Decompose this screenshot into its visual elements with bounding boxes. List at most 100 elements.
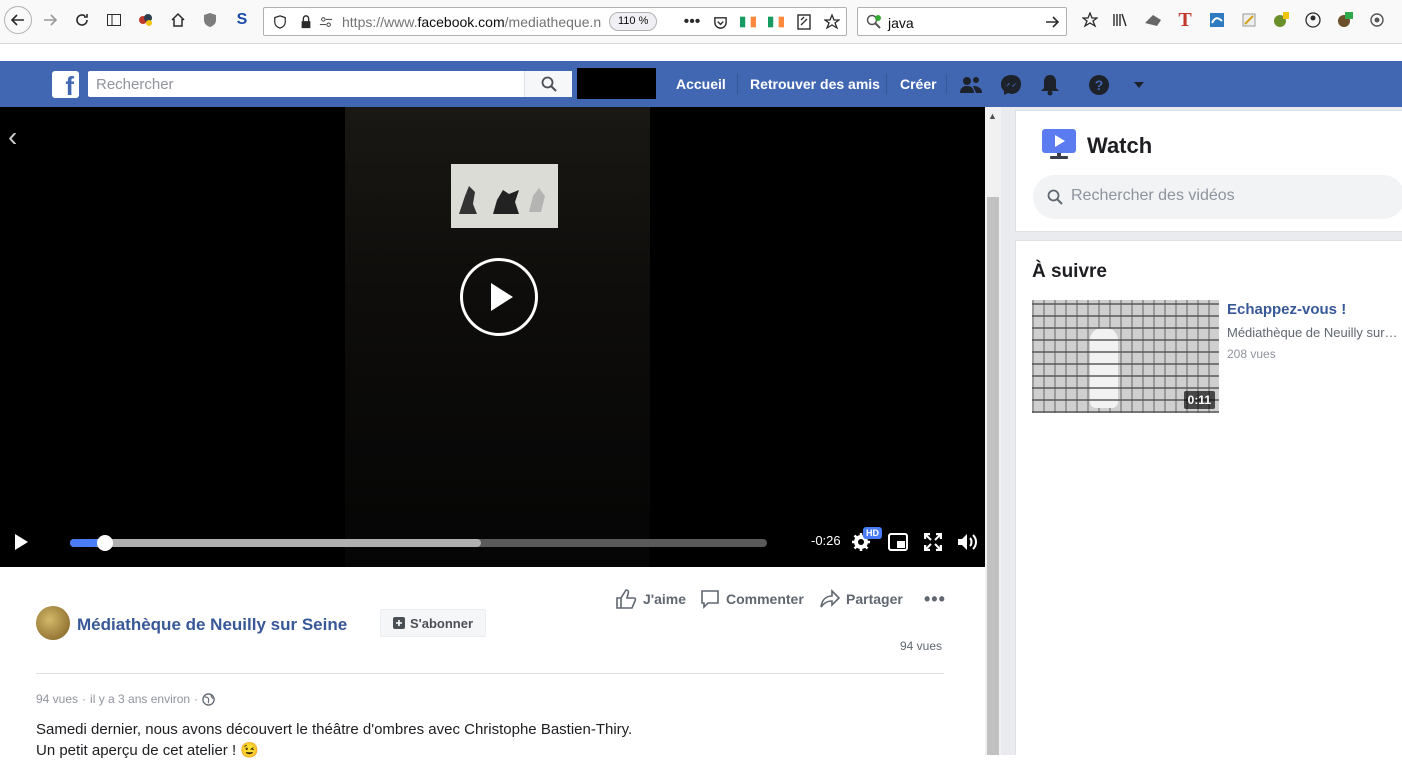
up-next-card: À suivre 0:11 Echappez-vous ! Médiathèqu… [1015, 240, 1402, 755]
watch-title[interactable]: Watch [1087, 133, 1152, 159]
facebook-search-input[interactable] [88, 71, 522, 97]
go-arrow-icon[interactable] [1040, 10, 1064, 34]
thumbs-up-icon [616, 589, 637, 609]
meta-time[interactable]: il y a 3 ans environ [90, 692, 190, 706]
library-icon[interactable] [1108, 8, 1132, 32]
browser-toolbar: S https://www.facebook.com/mediatheque.n… [0, 0, 1402, 44]
nav-find-friends[interactable]: Retrouver des amis [750, 76, 880, 92]
played-bar [70, 539, 99, 547]
subscribe-button[interactable]: S'abonner [380, 609, 486, 637]
extension-icon[interactable] [1269, 8, 1293, 32]
extension-icon[interactable] [1333, 8, 1357, 32]
subscribe-label: S'abonner [409, 615, 474, 631]
extension-icon[interactable] [1365, 8, 1389, 32]
extension-icon[interactable] [1205, 8, 1229, 32]
permissions-icon[interactable] [314, 10, 338, 34]
flag-icon[interactable] [764, 10, 788, 34]
share-arrow-icon [820, 589, 840, 608]
account-icon[interactable] [1301, 8, 1325, 32]
globe-icon[interactable] [202, 692, 215, 706]
page-avatar[interactable] [36, 606, 70, 640]
back-icon[interactable] [4, 6, 32, 34]
search-engine-icon[interactable] [862, 10, 886, 34]
play-control-icon[interactable] [10, 531, 32, 553]
shield-icon[interactable] [268, 10, 292, 34]
extension-icon[interactable] [1141, 8, 1165, 32]
share-button[interactable]: Partager [820, 589, 903, 609]
account-menu-chevron-icon[interactable] [1127, 73, 1151, 97]
scrollbar-thumb[interactable] [987, 197, 999, 755]
play-icon [491, 283, 513, 311]
help-icon[interactable]: ? [1087, 73, 1111, 97]
messenger-icon[interactable] [999, 73, 1023, 97]
share-label: Partager [846, 591, 903, 607]
home-icon[interactable] [166, 8, 190, 32]
divider [36, 673, 944, 674]
volume-icon[interactable] [957, 531, 979, 553]
comment-button[interactable]: Commenter [700, 589, 804, 609]
friend-requests-icon[interactable] [959, 73, 983, 97]
description-line: Un petit aperçu de cet atelier ! 😉 [36, 742, 259, 759]
time-remaining: -0:26 [811, 533, 841, 548]
pocket-icon[interactable] [708, 10, 732, 34]
video-player[interactable]: ‹ -0:26 HD [0, 107, 985, 567]
bookmark-star-icon[interactable] [1078, 8, 1102, 32]
facebook-logo-icon[interactable]: f [52, 71, 79, 101]
like-button[interactable]: J'aime [615, 589, 686, 609]
search-icon [541, 76, 557, 92]
nav-divider [946, 74, 947, 94]
page-scrollbar[interactable]: ▲ [985, 107, 1001, 755]
reader-icon[interactable] [792, 10, 816, 34]
fullscreen-icon[interactable] [922, 531, 944, 553]
like-label: J'aime [643, 591, 687, 607]
facebook-top-bar: f Accueil Retrouver des amis Créer ? [0, 61, 1402, 107]
reload-icon[interactable] [70, 8, 94, 32]
page-name-link[interactable]: Médiathèque de Neuilly sur Seine [77, 615, 347, 635]
redacted-profile[interactable] [577, 68, 656, 99]
hd-badge: HD [863, 527, 882, 539]
view-count: 94 vues [900, 639, 943, 653]
post-details: J'aime Commenter Partager ••• Médiathèqu… [0, 567, 985, 759]
search-button[interactable] [524, 71, 572, 97]
forward-icon[interactable] [38, 8, 62, 32]
watch-search [1033, 175, 1402, 219]
up-next-video-title[interactable]: Echappez-vous ! [1227, 301, 1346, 318]
video-thumbnail[interactable]: 0:11 [1032, 300, 1219, 413]
meta-views: 94 vues [36, 692, 79, 706]
picture-in-picture-icon[interactable] [887, 531, 909, 553]
nav-create[interactable]: Créer [900, 76, 937, 92]
more-options-icon[interactable]: ••• [924, 589, 946, 610]
extension-icon[interactable] [1237, 8, 1261, 32]
nav-divider [886, 74, 887, 94]
watch-tv-icon[interactable] [1041, 128, 1077, 160]
meta-separator: · [82, 692, 87, 706]
flag-icon[interactable] [736, 10, 760, 34]
up-next-video-page[interactable]: Médiathèque de Neuilly sur Seine [1227, 325, 1399, 340]
previous-video-chevron-icon[interactable]: ‹ [8, 121, 17, 153]
up-next-video-views: 208 vues [1227, 347, 1276, 361]
add-icon [392, 617, 405, 629]
video-duration: 0:11 [1183, 391, 1215, 409]
scroll-up-arrow-icon[interactable]: ▲ [988, 111, 997, 121]
ublock-icon[interactable] [198, 8, 222, 32]
progress-handle[interactable] [96, 535, 113, 551]
nav-home[interactable]: Accueil [676, 76, 726, 92]
watch-header-card: Watch [1015, 110, 1402, 232]
s-extension-icon[interactable]: S [230, 8, 254, 32]
watch-sidebar: Watch À suivre 0:11 Echappez-vous ! Médi… [1001, 107, 1402, 755]
extension-icon[interactable] [134, 8, 158, 32]
browser-search-text[interactable]: java [888, 15, 914, 31]
play-video-button[interactable] [460, 258, 538, 336]
url-text[interactable]: https://www.facebook.com/mediatheque.n [342, 14, 602, 30]
up-next-heading: À suivre [1032, 261, 1107, 282]
notifications-bell-icon[interactable] [1038, 73, 1062, 97]
star-icon[interactable] [820, 10, 844, 34]
video-progress-bar[interactable] [70, 535, 767, 551]
more-actions-icon[interactable]: ••• [680, 10, 704, 34]
browser-search-bar[interactable]: java [857, 7, 1067, 36]
t-extension-icon[interactable]: T [1173, 8, 1197, 32]
sidebar-icon[interactable] [102, 8, 126, 32]
zoom-level[interactable]: 110 % [609, 12, 658, 31]
url-bar[interactable]: https://www.facebook.com/mediatheque.n 1… [263, 7, 847, 36]
watch-search-input[interactable] [1071, 187, 1391, 205]
